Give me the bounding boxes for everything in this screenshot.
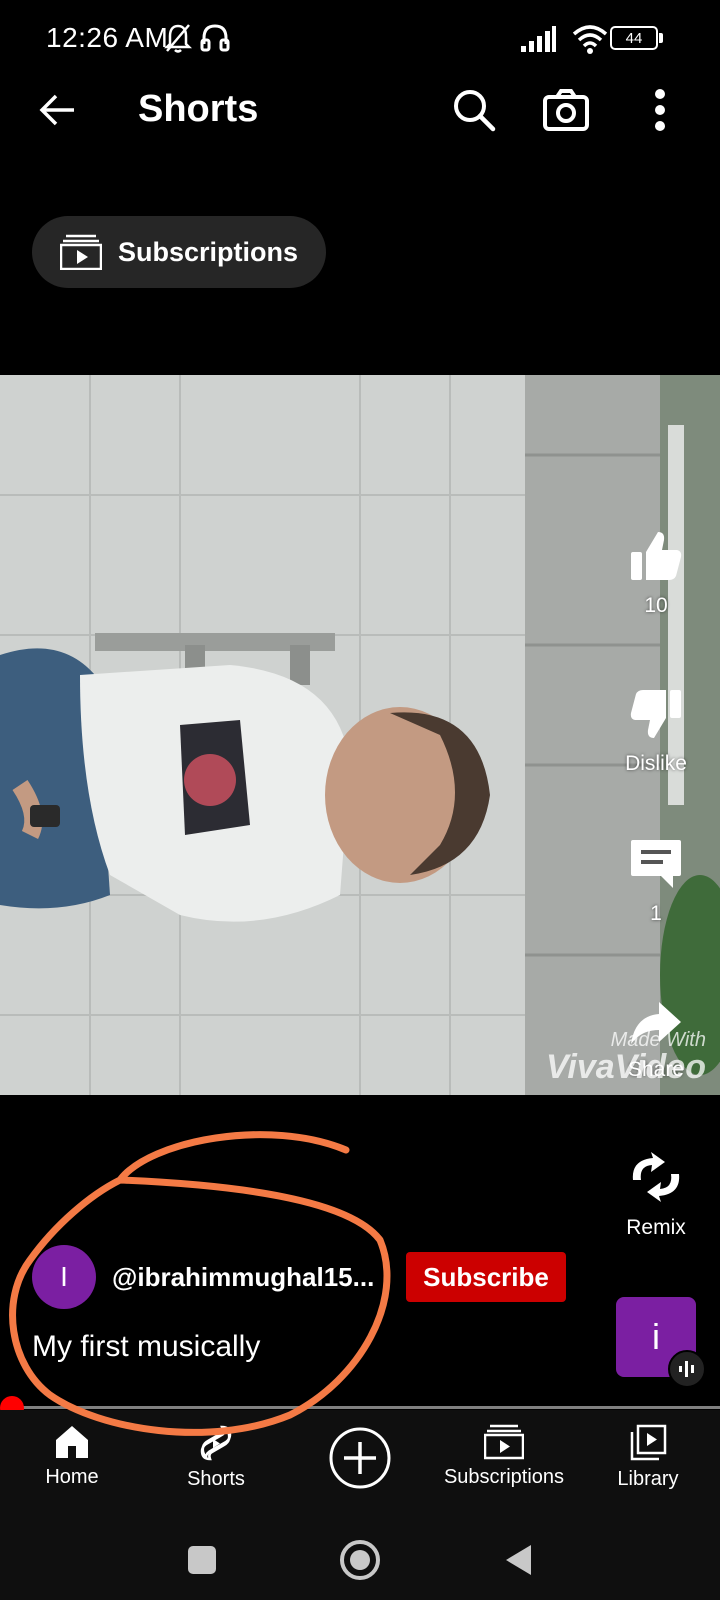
vivavideo-watermark: Made With VivaVideo xyxy=(546,1030,706,1084)
page-title: Shorts xyxy=(138,88,259,130)
subscriptions-chip[interactable]: Subscriptions xyxy=(32,216,326,288)
bottom-navigation: Home Shorts Subscriptions Library xyxy=(0,1410,720,1518)
nav-shorts-label: Shorts xyxy=(187,1468,245,1490)
back-system-button[interactable] xyxy=(490,1532,546,1588)
recents-button[interactable] xyxy=(174,1532,230,1588)
nav-home[interactable]: Home xyxy=(0,1424,152,1489)
headset-icon xyxy=(200,24,230,52)
home-circle-icon xyxy=(340,1540,380,1580)
camera-button[interactable] xyxy=(538,82,594,138)
battery-icon: 44 xyxy=(610,26,658,50)
nav-shorts[interactable]: Shorts xyxy=(136,1424,296,1491)
library-icon xyxy=(630,1424,667,1461)
search-icon xyxy=(454,90,496,132)
camera-icon xyxy=(543,89,589,131)
dislike-label: Dislike xyxy=(625,752,687,775)
thumbs-up-icon xyxy=(631,532,682,580)
video-progress-bar[interactable] xyxy=(12,1406,720,1409)
comments-button[interactable]: 1 xyxy=(610,838,702,926)
nav-create[interactable] xyxy=(280,1426,440,1490)
nav-subscriptions-label: Subscriptions xyxy=(443,1466,565,1488)
more-options-button[interactable] xyxy=(632,82,688,138)
status-time: 12:26 AM xyxy=(46,22,169,53)
channel-row: I @ibrahimmughal15... Subscribe xyxy=(32,1245,566,1309)
wifi-icon xyxy=(572,25,608,54)
nav-subscriptions[interactable]: Subscriptions xyxy=(424,1424,584,1489)
nav-library-label: Library xyxy=(617,1468,679,1490)
thumbs-down-icon xyxy=(630,690,681,738)
more-vert-icon xyxy=(655,89,665,131)
home-system-button[interactable] xyxy=(332,1532,388,1588)
channel-handle[interactable]: @ibrahimmughal15... xyxy=(112,1262,392,1293)
search-button[interactable] xyxy=(446,82,502,138)
audio-wave-icon xyxy=(668,1350,706,1388)
avatar-letter: I xyxy=(60,1261,68,1292)
mute-notifications-icon xyxy=(164,24,192,53)
sound-thumbnail-letter: i xyxy=(652,1316,660,1357)
chip-label: Subscriptions xyxy=(118,236,299,267)
nav-library[interactable]: Library xyxy=(568,1424,720,1491)
recents-square-icon xyxy=(188,1546,216,1574)
dislike-button[interactable]: Dislike xyxy=(610,688,702,776)
battery-level: 44 xyxy=(625,29,643,47)
remix-icon xyxy=(632,1152,680,1202)
battery-tip xyxy=(659,33,663,43)
create-plus-icon xyxy=(329,1427,391,1489)
comment-count: 1 xyxy=(650,902,662,925)
remix-button[interactable]: Remix xyxy=(610,1150,702,1240)
subscriptions-icon xyxy=(484,1424,524,1460)
watermark-line-1: Made With xyxy=(610,1029,706,1051)
back-triangle-icon xyxy=(506,1545,531,1575)
back-button[interactable] xyxy=(30,82,86,138)
subscribe-button[interactable]: Subscribe xyxy=(406,1252,566,1302)
video-caption[interactable]: My first musically xyxy=(32,1330,260,1364)
watermark-line-2: VivaVideo xyxy=(546,1048,706,1086)
system-navigation-bar xyxy=(0,1518,720,1600)
signal-icon xyxy=(521,26,556,52)
like-button[interactable]: 10 xyxy=(610,530,702,618)
avatar[interactable]: I xyxy=(32,1245,96,1309)
comment-icon xyxy=(631,840,681,888)
subscriptions-icon xyxy=(60,234,102,270)
remix-label: Remix xyxy=(626,1216,686,1239)
top-app-bar: Shorts xyxy=(0,70,720,150)
home-icon xyxy=(56,1426,88,1458)
shorts-icon xyxy=(200,1425,232,1461)
nav-home-label: Home xyxy=(45,1466,99,1488)
like-count: 10 xyxy=(644,594,668,617)
status-bar: 12:26 AM 44 xyxy=(0,0,720,70)
back-arrow-icon xyxy=(39,94,74,126)
